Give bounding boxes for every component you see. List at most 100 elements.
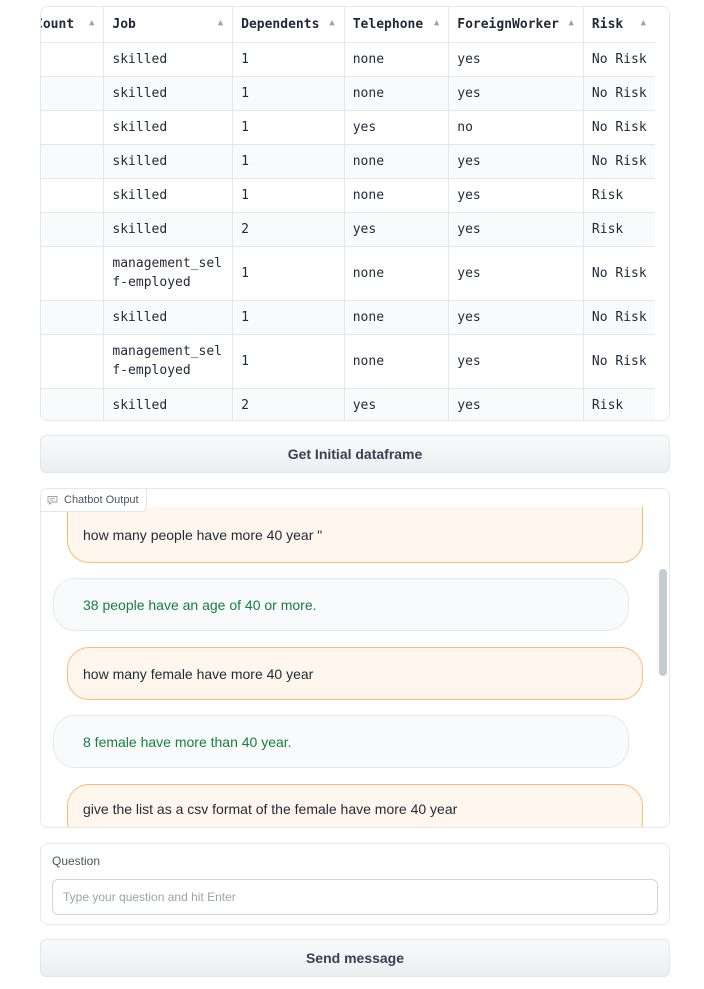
sort-up-icon[interactable]: ▲ [434,18,439,28]
table-cell[interactable]: yes [448,300,584,335]
table-cell[interactable] [41,144,105,179]
table-row: skilled 1 none yes Risk [41,178,655,213]
table-cell[interactable]: yes [448,42,584,77]
table-cell[interactable]: skilled [103,388,234,420]
table-cell[interactable]: No Risk [583,334,655,389]
table-cell[interactable]: 1 [232,42,345,77]
column-header-count[interactable]: Count▲ [41,7,105,43]
table-cell[interactable]: yes [448,178,584,213]
chat-scrollbar-thumb[interactable] [659,569,667,676]
table-cell[interactable]: Risk [583,212,655,247]
table-row: management_self-employed 1 none yes No R… [41,334,655,389]
table-cell[interactable]: No Risk [583,144,655,179]
table-cell[interactable] [41,42,105,77]
question-input[interactable] [52,879,658,915]
table-cell[interactable]: Risk [583,388,655,420]
table-cell[interactable]: Risk [583,178,655,213]
table-cell[interactable]: No Risk [583,110,655,145]
sort-up-icon[interactable]: ▲ [569,18,574,28]
table-cell[interactable]: none [344,144,450,179]
bot-message[interactable]: 8 female have more than 40 year. [53,715,629,768]
table-cell[interactable]: management_self-employed [103,334,234,389]
chat-message-list[interactable]: how many people have more 40 year " 38 p… [41,489,669,827]
table-cell[interactable]: 1 [232,110,345,145]
table-row: skilled 1 yes no No Risk [41,110,655,145]
table-cell[interactable]: yes [344,110,450,145]
message-text: how many female have more 40 year [83,665,314,682]
table-cell[interactable]: none [344,76,450,111]
table-cell[interactable] [41,334,105,389]
table-cell[interactable]: skilled [103,178,234,213]
table-cell[interactable]: 2 [232,212,345,247]
table-cell[interactable]: 1 [232,76,345,111]
table-cell[interactable]: skilled [103,212,234,247]
table-cell[interactable]: yes [344,388,450,420]
table-cell[interactable] [41,212,105,247]
user-message[interactable]: give the list as a csv format of the fem… [67,784,643,827]
user-message[interactable]: how many people have more 40 year " [67,507,643,563]
table-cell[interactable]: yes [344,212,450,247]
table-cell[interactable]: yes [448,76,584,111]
table-cell[interactable]: No Risk [583,42,655,77]
chatbot-label-text: Chatbot Output [64,494,139,506]
chatbot-label: Chatbot Output [41,489,147,512]
chatbot-output-panel: Chatbot Output how many people have more… [40,488,670,828]
table-cell[interactable] [41,178,105,213]
table-cell[interactable]: none [344,300,450,335]
column-header-dependents[interactable]: Dependents ▲ [232,7,345,43]
table-cell[interactable] [41,300,105,335]
table-cell[interactable]: skilled [103,144,234,179]
table-cell[interactable]: none [344,178,450,213]
table-cell[interactable] [41,388,105,420]
question-label: Question [52,854,101,868]
get-initial-dataframe-button[interactable]: Get Initial dataframe [40,435,670,473]
table-cell[interactable]: skilled [103,42,234,77]
table-cell[interactable]: 1 [232,300,345,335]
column-header-telephone[interactable]: Telephone ▲ [344,7,450,43]
sort-up-icon[interactable]: ▲ [641,18,646,28]
table-cell[interactable]: 1 [232,334,345,389]
table-cell[interactable]: No Risk [583,246,655,301]
table-cell[interactable]: skilled [103,76,234,111]
bot-message[interactable]: 38 people have an age of 40 or more. [53,578,629,631]
table-cell[interactable]: skilled [103,300,234,335]
table-cell[interactable]: none [344,246,450,301]
table-cell[interactable] [41,110,105,145]
table-cell[interactable]: 2 [232,388,345,420]
table-cell[interactable]: 1 [232,246,345,301]
sort-up-icon[interactable]: ▲ [329,18,334,28]
column-header-foreignworker[interactable]: ForeignWorker ▲ [448,7,584,43]
table-cell[interactable] [41,246,105,301]
table-cell[interactable]: yes [448,388,584,420]
chat-icon [47,495,58,505]
sort-up-icon[interactable]: ▲ [89,18,94,28]
chat-scrollbar[interactable] [659,513,667,827]
table-cell[interactable]: yes [448,212,584,247]
table-cell[interactable] [41,76,105,111]
send-message-button[interactable]: Send message [40,939,670,977]
table-cell[interactable]: none [344,42,450,77]
table-cell[interactable]: management_self-employed [103,246,234,301]
table-row: skilled 1 none yes No Risk [41,144,655,179]
table-header-row: Count▲ Job▲ Dependents▲ Telephone▲ Forei… [41,7,655,43]
user-message[interactable]: how many female have more 40 year [67,647,643,700]
message-text: 38 people have an age of 40 or more. [83,596,317,613]
table-row: skilled 1 none yes No Risk [41,42,655,77]
sort-up-icon[interactable]: ▲ [218,18,223,28]
table-cell[interactable]: skilled [103,110,234,145]
table-cell[interactable]: none [344,334,450,389]
column-header-risk[interactable]: Risk ▲ [583,7,655,43]
table-cell[interactable]: yes [448,246,584,301]
table-cell[interactable]: yes [448,144,584,179]
table-cell[interactable]: 1 [232,144,345,179]
table-cell[interactable]: No Risk [583,300,655,335]
table-cell[interactable]: No Risk [583,76,655,111]
table-row: management_self-employed 1 none yes No R… [41,246,655,301]
table-cell[interactable]: 1 [232,178,345,213]
message-text: 8 female have more than 40 year. [83,733,292,750]
table-cell[interactable]: yes [448,334,584,389]
message-text: how many people have more 40 year " [83,526,323,543]
table-cell[interactable]: no [448,110,584,145]
column-header-job[interactable]: Job ▲ [103,7,234,43]
dataframe-table: Count▲ Job▲ Dependents▲ Telephone▲ Forei… [40,6,670,421]
